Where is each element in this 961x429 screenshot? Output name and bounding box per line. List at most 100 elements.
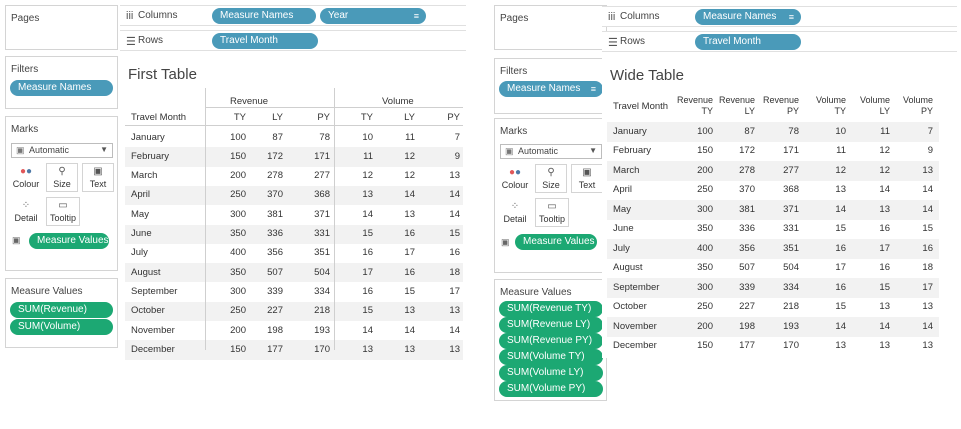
worksheet-wide-table: Pages Filters Measure Names ≡ Marks ▣ Au… bbox=[489, 0, 961, 429]
measure-pill[interactable]: SUM(Volume PY) bbox=[499, 381, 603, 397]
measure-pill[interactable]: SUM(Revenue) bbox=[10, 302, 113, 318]
sub-header: LY bbox=[404, 112, 415, 123]
header-divider bbox=[334, 88, 335, 350]
filters-card[interactable]: Filters Measure Names ≡ bbox=[494, 58, 607, 114]
rows-shelf[interactable]: ☰ Rows Travel Month bbox=[120, 30, 466, 51]
table-cell: 10 bbox=[835, 125, 846, 137]
columns-pill-label: Measure Names bbox=[703, 11, 777, 22]
columns-pill-measure-names[interactable]: Measure Names bbox=[212, 8, 316, 24]
colour-button[interactable]: ●● Colour bbox=[499, 164, 531, 193]
size-button[interactable]: ⚲ Size bbox=[46, 163, 78, 192]
table-cell: 227 bbox=[267, 305, 283, 317]
columns-shelf[interactable]: iii Columns Measure Names ≡ bbox=[602, 6, 957, 27]
size-label: Size bbox=[53, 179, 71, 189]
text-pill-measure-values[interactable]: Measure Values bbox=[515, 234, 597, 250]
columns-pill-year[interactable]: Year ≡ bbox=[320, 8, 426, 24]
table-cell: 218 bbox=[314, 305, 330, 317]
table-cell: 14 bbox=[404, 324, 415, 336]
detail-button[interactable]: ⁘ Detail bbox=[499, 198, 531, 227]
columns-shelf[interactable]: iii Columns Measure Names Year ≡ bbox=[120, 5, 466, 26]
table-cell: 300 bbox=[697, 203, 713, 215]
tooltip-button[interactable]: ▭ Tooltip bbox=[535, 198, 569, 227]
text-button[interactable]: ▣ Text bbox=[571, 164, 603, 193]
text-button[interactable]: ▣ Text bbox=[82, 163, 114, 192]
table-cell: 170 bbox=[314, 343, 330, 355]
mark-type-dropdown[interactable]: ▣ Automatic ▼ bbox=[500, 144, 602, 159]
sub-header: TY bbox=[233, 112, 246, 123]
columns-pill-measure-names[interactable]: Measure Names ≡ bbox=[695, 9, 801, 25]
sort-descending-icon: ≡ bbox=[788, 12, 794, 22]
month-label: January bbox=[613, 125, 647, 137]
measure-pill[interactable]: SUM(Revenue TY) bbox=[499, 301, 603, 317]
table-cell: 78 bbox=[788, 125, 799, 137]
table-cell: 193 bbox=[783, 320, 799, 332]
month-label: May bbox=[613, 203, 631, 215]
group-header-revenue: Revenue bbox=[230, 96, 269, 107]
measure-pill[interactable]: SUM(Volume) bbox=[10, 319, 113, 335]
pages-card[interactable]: Pages bbox=[5, 5, 118, 50]
table-cell: 170 bbox=[783, 340, 799, 351]
column-header: Revenue bbox=[718, 95, 755, 105]
tooltip-button[interactable]: ▭ Tooltip bbox=[46, 197, 80, 226]
table-cell: 193 bbox=[314, 324, 330, 336]
colour-button[interactable]: ●● Colour bbox=[10, 163, 42, 192]
table-cell: 150 bbox=[697, 145, 713, 156]
size-label: Size bbox=[542, 180, 560, 190]
pages-card[interactable]: Pages bbox=[494, 5, 607, 50]
table-cell: 150 bbox=[230, 343, 246, 355]
measure-pill[interactable]: SUM(Volume LY) bbox=[499, 365, 603, 381]
filter-pill-measure-names[interactable]: Measure Names ≡ bbox=[499, 81, 603, 97]
filters-card-title: Filters bbox=[500, 66, 528, 77]
size-button[interactable]: ⚲ Size bbox=[535, 164, 567, 193]
columns-shelf-label: Columns bbox=[620, 11, 660, 22]
table-cell: 504 bbox=[783, 262, 799, 273]
table-cell: 13 bbox=[835, 340, 846, 351]
table-cell: 87 bbox=[744, 125, 755, 137]
table-cell: 16 bbox=[835, 242, 846, 254]
text-pill-measure-values[interactable]: Measure Values bbox=[29, 233, 109, 249]
table-cell: 9 bbox=[927, 145, 933, 156]
table-cell: 371 bbox=[314, 208, 330, 220]
measure-pill[interactable]: SUM(Revenue PY) bbox=[499, 333, 603, 349]
table-cell: 14 bbox=[922, 203, 933, 215]
table-cell: 13 bbox=[922, 164, 933, 176]
detail-button[interactable]: ⁘ Detail bbox=[10, 197, 42, 226]
mark-type-label: Automatic bbox=[518, 146, 559, 156]
rows-shelf[interactable]: ☰ Rows Travel Month bbox=[602, 31, 957, 52]
table-cell: 150 bbox=[697, 340, 713, 351]
rows-pill-travel-month[interactable]: Travel Month bbox=[695, 34, 801, 50]
table-cell: 13 bbox=[449, 170, 460, 182]
table-cell: 356 bbox=[739, 242, 755, 254]
measure-pill[interactable]: SUM(Revenue LY) bbox=[499, 317, 603, 333]
table-cell: 12 bbox=[404, 170, 415, 182]
column-header: PY bbox=[786, 106, 799, 116]
table-cell: 200 bbox=[230, 324, 246, 336]
measure-pill[interactable]: SUM(Volume TY) bbox=[499, 349, 603, 365]
header-divider bbox=[205, 88, 206, 350]
table-cell: 331 bbox=[783, 223, 799, 234]
table-cell: 7 bbox=[454, 131, 460, 143]
column-header: Revenue bbox=[762, 95, 799, 105]
header-divider bbox=[125, 125, 463, 126]
table-cell: 351 bbox=[314, 247, 330, 259]
table-cell: 14 bbox=[835, 320, 846, 332]
table-cell: 200 bbox=[697, 320, 713, 332]
rows-pill-travel-month[interactable]: Travel Month bbox=[212, 33, 318, 49]
table-cell: 350 bbox=[697, 223, 713, 234]
sub-header: PY bbox=[317, 112, 330, 123]
table-cell: 12 bbox=[879, 164, 890, 176]
table-cell: 12 bbox=[835, 164, 846, 176]
table-cell: 16 bbox=[404, 228, 415, 239]
mark-type-icon: ▣ bbox=[505, 146, 514, 156]
filters-card[interactable]: Filters Measure Names bbox=[5, 56, 118, 109]
table-cell: 250 bbox=[230, 305, 246, 317]
table-cell: 200 bbox=[697, 164, 713, 176]
mark-type-dropdown[interactable]: ▣ Automatic ▼ bbox=[11, 143, 113, 158]
filter-pill-measure-names[interactable]: Measure Names bbox=[10, 80, 113, 96]
table-cell: 277 bbox=[314, 170, 330, 182]
columns-pill-year-label: Year bbox=[328, 10, 349, 21]
worksheet-first-table: Pages Filters Measure Names Marks ▣ Auto… bbox=[0, 0, 468, 429]
table-cell: 13 bbox=[835, 184, 846, 195]
table-cell: 400 bbox=[697, 242, 713, 254]
table-cell: 16 bbox=[879, 262, 890, 273]
